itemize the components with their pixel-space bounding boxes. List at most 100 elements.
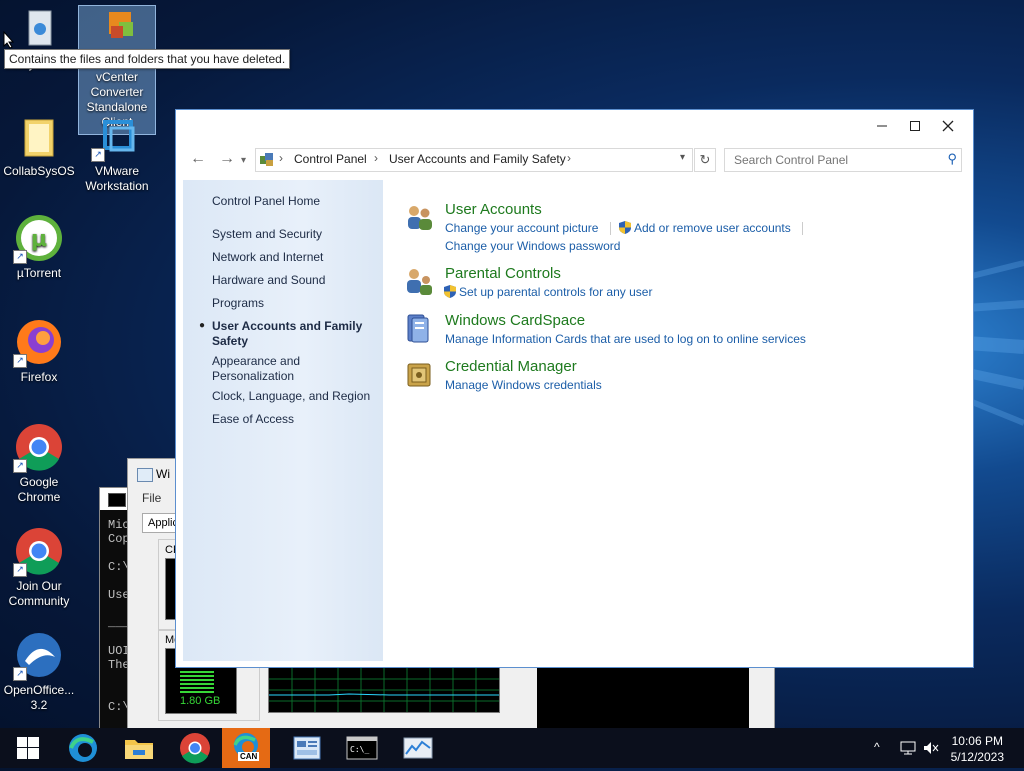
show-hidden-icons-button[interactable]: ^ (874, 740, 880, 754)
shortcut-arrow-icon: ↗ (13, 459, 27, 473)
background-window-dark-area (537, 660, 749, 730)
desktop-icon-label: VMware Workstation (85, 164, 149, 193)
desktop-icon-openoffice[interactable]: ↗ OpenOffice... 3.2 (1, 631, 77, 713)
control-panel-icon (293, 736, 321, 760)
network-icon[interactable] (899, 740, 917, 759)
utorrent-icon: µ ↗ (13, 214, 63, 264)
breadcrumb-separator-icon: › (279, 151, 283, 165)
link-change-windows-password[interactable]: Change your Windows password (445, 239, 620, 253)
cardspace-icon (407, 314, 429, 343)
taskbar-chrome[interactable] (171, 728, 219, 768)
nav-network-and-internet[interactable]: Network and Internet (212, 250, 377, 265)
desktop-icon-utorrent[interactable]: µ ↗ µTorrent (1, 214, 77, 281)
nav-system-and-security[interactable]: System and Security (212, 227, 377, 242)
minimize-button[interactable] (866, 116, 898, 138)
volume-muted-icon[interactable] (922, 740, 940, 759)
nav-programs[interactable]: Programs (212, 296, 377, 311)
windows-logo-icon (17, 737, 39, 759)
taskbar-edge-can[interactable]: CAN (222, 728, 270, 768)
link-manage-information-cards[interactable]: Manage Information Cards that are used t… (445, 332, 806, 346)
breadcrumb-separator-icon: › (567, 151, 571, 165)
control-panel-window[interactable]: ← → ▾ › Control Panel › User Accounts an… (175, 109, 974, 668)
maximize-button[interactable] (899, 116, 931, 138)
chevron-up-icon: ^ (874, 740, 880, 754)
search-box[interactable]: ⚲ (724, 148, 962, 172)
link-separator (610, 222, 611, 235)
breadcrumb-control-panel[interactable]: Control Panel (294, 152, 367, 166)
uac-shield-icon (444, 285, 456, 298)
shortcut-arrow-icon: ↗ (13, 250, 27, 264)
folder-icon (125, 740, 153, 759)
memory-history-graph (268, 667, 500, 713)
svg-text:C:\_: C:\_ (350, 745, 369, 754)
credential-manager-icon (407, 363, 431, 387)
svg-text:µ: µ (31, 227, 47, 252)
edge-icon (233, 733, 258, 757)
desktop-icon-label: OpenOffice... 3.2 (3, 683, 75, 712)
address-dropdown-icon[interactable]: ▾ (680, 152, 685, 163)
minimize-icon (877, 125, 887, 127)
desktop-icon-vmware-workstation[interactable]: ↗ VMware Workstation (79, 112, 155, 194)
shortcut-arrow-icon: ↗ (91, 148, 105, 162)
search-input[interactable] (732, 152, 936, 168)
breadcrumb-separator-icon: › (374, 151, 378, 165)
desktop-icon-collabsysos[interactable]: CollabSysOS (1, 112, 77, 179)
menu-file[interactable]: File (142, 491, 161, 505)
openoffice-icon: ↗ (13, 631, 63, 681)
recent-locations-button[interactable]: ▾ (241, 155, 246, 166)
shortcut-arrow-icon: ↗ (13, 667, 27, 681)
link-add-remove-user-accounts[interactable]: Add or remove user accounts (619, 221, 791, 235)
nav-ease-of-access[interactable]: Ease of Access (212, 412, 377, 427)
taskbar-task-manager[interactable] (394, 728, 442, 768)
link-label: Set up parental controls for any user (459, 285, 653, 299)
breadcrumb-user-accounts[interactable]: User Accounts and Family Safety (389, 152, 566, 166)
windows-cardspace-title[interactable]: Windows CardSpace (445, 312, 585, 329)
back-button[interactable]: ← (190, 150, 206, 168)
close-button[interactable] (932, 116, 964, 138)
uac-shield-icon (619, 221, 631, 234)
back-arrow-icon: ← (190, 150, 206, 167)
desktop-icon-label: Firefox (20, 370, 58, 384)
nav-user-accounts-family-safety[interactable]: User Accounts and Family Safety (212, 319, 377, 349)
window-titlebar[interactable] (176, 110, 973, 144)
start-button[interactable] (3, 728, 51, 768)
link-manage-windows-credentials[interactable]: Manage Windows credentials (445, 378, 602, 392)
desktop-icon-google-chrome[interactable]: ↗ Google Chrome (1, 423, 77, 505)
task-manager-title: Wi (156, 467, 170, 481)
desktop-icon-join-our-community[interactable]: ↗ Join Our Community (1, 527, 77, 609)
nav-clock-language-region[interactable]: Clock, Language, and Region (212, 389, 377, 404)
address-bar[interactable]: › Control Panel › User Accounts and Fami… (255, 148, 693, 172)
user-accounts-title[interactable]: User Accounts (445, 201, 542, 218)
nav-control-panel-home[interactable]: Control Panel Home (212, 194, 377, 209)
taskbar-control-panel[interactable] (283, 728, 331, 768)
taskbar-cmd[interactable]: C:\_ (338, 728, 386, 768)
taskbar-badge: CAN (238, 752, 260, 761)
refresh-button[interactable]: ↻ (694, 148, 716, 172)
desktop-icon-firefox[interactable]: ↗ Firefox (1, 318, 77, 385)
firefox-icon: ↗ (13, 318, 63, 368)
credential-manager-title[interactable]: Credential Manager (445, 358, 577, 375)
link-setup-parental-controls[interactable]: Set up parental controls for any user (444, 285, 652, 299)
address-row: ← → ▾ › Control Panel › User Accounts an… (176, 148, 973, 172)
taskbar-file-explorer[interactable] (115, 728, 163, 768)
control-panel-icon (260, 153, 273, 166)
task-manager-icon (403, 737, 433, 759)
nav-hardware-and-sound[interactable]: Hardware and Sound (212, 273, 377, 288)
taskbar: CAN C:\_ ^ 10:06 PM 5/12/2023 (0, 728, 1024, 768)
cmd-icon (108, 493, 126, 507)
forward-arrow-icon: → (219, 150, 235, 167)
user-accounts-icon (408, 206, 432, 230)
parental-controls-title[interactable]: Parental Controls (445, 265, 561, 282)
memory-history-lines (269, 668, 499, 712)
taskbar-edge[interactable] (59, 728, 107, 768)
forward-button[interactable]: → (219, 150, 235, 168)
link-change-account-picture[interactable]: Change your account picture (445, 221, 598, 235)
recycle-bin-tooltip: Contains the files and folders that you … (4, 49, 291, 69)
nav-appearance-personalization[interactable]: Appearance and Personalization (212, 354, 322, 384)
system-clock[interactable]: 10:06 PM 5/12/2023 (951, 733, 1004, 765)
close-icon (942, 120, 954, 132)
clock-time: 10:06 PM (951, 734, 1003, 748)
clock-date: 5/12/2023 (950, 750, 1004, 764)
folder-icon (15, 112, 63, 160)
maximize-icon (910, 121, 920, 131)
